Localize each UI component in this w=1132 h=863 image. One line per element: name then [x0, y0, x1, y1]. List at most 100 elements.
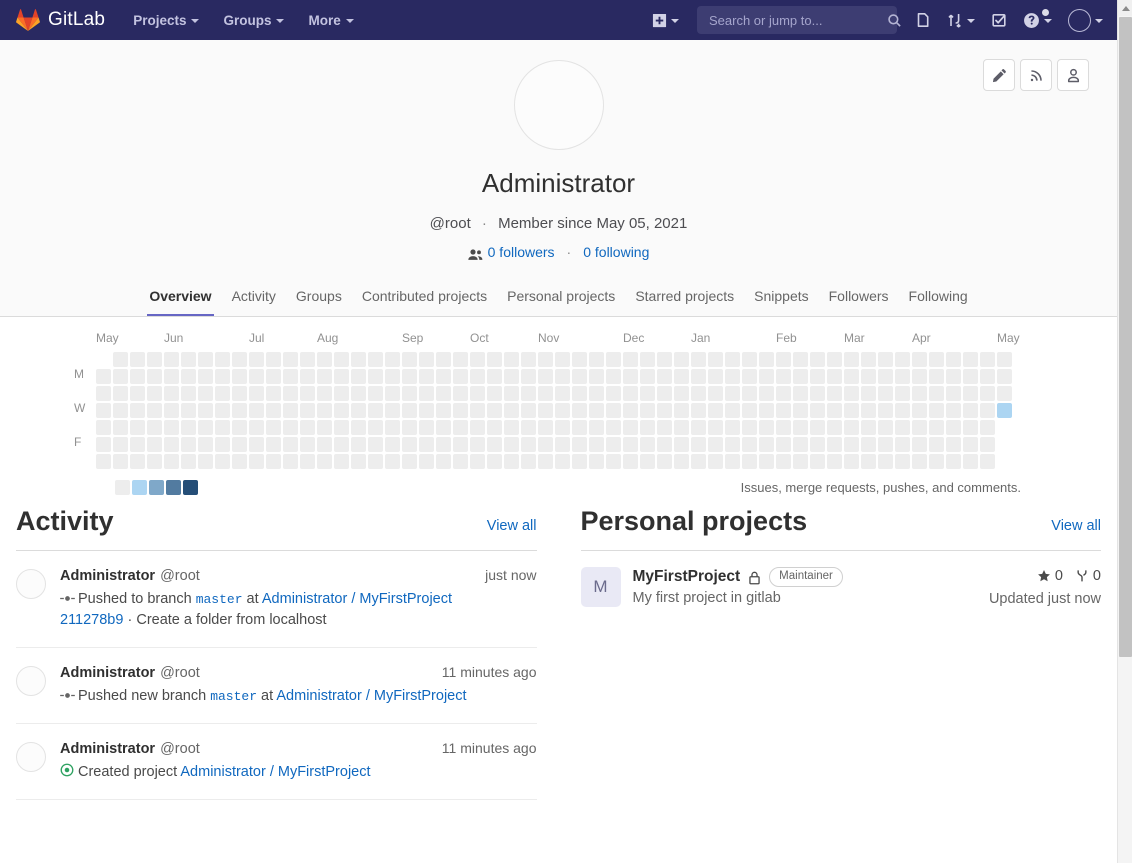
calendar-day-cell[interactable]	[215, 437, 230, 453]
calendar-day-cell[interactable]	[385, 437, 400, 453]
calendar-day-cell[interactable]	[164, 369, 179, 385]
calendar-day-cell[interactable]	[300, 352, 315, 368]
calendar-day-cell[interactable]	[912, 352, 927, 368]
calendar-day-cell[interactable]	[470, 369, 485, 385]
calendar-day-cell[interactable]	[521, 420, 536, 436]
calendar-day-cell[interactable]	[708, 437, 723, 453]
calendar-day-cell[interactable]	[538, 454, 553, 470]
calendar-day-cell[interactable]	[793, 454, 808, 470]
calendar-day-cell[interactable]	[504, 369, 519, 385]
calendar-day-cell[interactable]	[623, 420, 638, 436]
nav-groups[interactable]: Groups	[211, 0, 296, 40]
calendar-day-cell[interactable]	[436, 403, 451, 419]
calendar-day-cell[interactable]	[776, 420, 791, 436]
calendar-day-cell[interactable]	[385, 386, 400, 402]
calendar-day-cell[interactable]	[266, 437, 281, 453]
calendar-day-cell[interactable]	[198, 437, 213, 453]
event-project-link[interactable]: Administrator / MyFirstProject	[276, 688, 466, 704]
calendar-day-cell[interactable]	[419, 369, 434, 385]
calendar-day-cell[interactable]	[317, 437, 332, 453]
calendar-day-cell[interactable]	[521, 352, 536, 368]
calendar-day-cell[interactable]	[504, 420, 519, 436]
calendar-day-cell[interactable]	[504, 386, 519, 402]
calendar-day-cell[interactable]	[232, 437, 247, 453]
calendar-day-cell[interactable]	[164, 420, 179, 436]
calendar-day-cell[interactable]	[113, 369, 128, 385]
calendar-day-cell[interactable]	[266, 403, 281, 419]
event-author-handle[interactable]: @root	[160, 741, 200, 757]
calendar-day-cell[interactable]	[436, 386, 451, 402]
calendar-day-cell[interactable]	[96, 420, 111, 436]
calendar-day-cell[interactable]	[555, 369, 570, 385]
calendar-day-cell[interactable]	[538, 403, 553, 419]
calendar-day-cell[interactable]	[861, 352, 876, 368]
calendar-day-cell[interactable]	[895, 403, 910, 419]
calendar-day-cell[interactable]	[181, 437, 196, 453]
calendar-day-cell[interactable]	[351, 352, 366, 368]
tab-overview[interactable]: Overview	[139, 282, 221, 317]
calendar-day-cell[interactable]	[623, 437, 638, 453]
calendar-day-cell[interactable]	[147, 403, 162, 419]
calendar-day-cell[interactable]	[793, 352, 808, 368]
calendar-day-cell[interactable]	[368, 369, 383, 385]
calendar-day-cell[interactable]	[470, 352, 485, 368]
calendar-day-cell[interactable]	[997, 352, 1012, 368]
calendar-day-cell[interactable]	[589, 420, 604, 436]
calendar-day-cell[interactable]	[487, 403, 502, 419]
calendar-day-cell[interactable]	[334, 437, 349, 453]
calendar-day-cell[interactable]	[215, 420, 230, 436]
calendar-day-cell[interactable]	[810, 403, 825, 419]
calendar-day-cell[interactable]	[283, 369, 298, 385]
calendar-day-cell[interactable]	[759, 437, 774, 453]
calendar-day-cell[interactable]	[878, 437, 893, 453]
calendar-day-cell[interactable]	[861, 369, 876, 385]
calendar-day-cell[interactable]	[351, 420, 366, 436]
calendar-day-cell[interactable]	[521, 437, 536, 453]
calendar-day-cell[interactable]	[708, 454, 723, 470]
calendar-day-cell[interactable]	[742, 437, 757, 453]
nav-projects[interactable]: Projects	[121, 0, 211, 40]
calendar-day-cell[interactable]	[946, 369, 961, 385]
calendar-day-cell[interactable]	[351, 386, 366, 402]
calendar-day-cell[interactable]	[351, 369, 366, 385]
calendar-day-cell[interactable]	[113, 352, 128, 368]
calendar-day-cell[interactable]	[283, 437, 298, 453]
calendar-day-cell[interactable]	[266, 386, 281, 402]
calendar-day-cell[interactable]	[300, 437, 315, 453]
calendar-day-cell[interactable]	[300, 369, 315, 385]
calendar-day-cell[interactable]	[606, 369, 621, 385]
calendar-day-cell[interactable]	[691, 352, 706, 368]
calendar-day-cell[interactable]	[895, 454, 910, 470]
calendar-day-cell[interactable]	[538, 369, 553, 385]
calendar-day-cell[interactable]	[487, 386, 502, 402]
calendar-day-cell[interactable]	[317, 454, 332, 470]
edit-profile-button[interactable]	[983, 59, 1015, 91]
calendar-day-cell[interactable]	[538, 352, 553, 368]
event-author-avatar[interactable]	[16, 666, 46, 697]
calendar-day-cell[interactable]	[96, 437, 111, 453]
calendar-day-cell[interactable]	[232, 386, 247, 402]
calendar-day-cell[interactable]	[827, 420, 842, 436]
calendar-day-cell[interactable]	[674, 437, 689, 453]
calendar-day-cell[interactable]	[334, 369, 349, 385]
event-author-avatar[interactable]	[16, 741, 46, 772]
search-input[interactable]	[707, 11, 887, 29]
calendar-day-cell[interactable]	[674, 420, 689, 436]
calendar-day-cell[interactable]	[793, 420, 808, 436]
calendar-day-cell[interactable]	[317, 403, 332, 419]
calendar-day-cell[interactable]	[436, 369, 451, 385]
calendar-day-cell[interactable]	[521, 403, 536, 419]
tab-snippets[interactable]: Snippets	[744, 282, 818, 316]
event-project-link[interactable]: Administrator / MyFirstProject	[180, 764, 370, 780]
calendar-day-cell[interactable]	[334, 403, 349, 419]
calendar-day-cell[interactable]	[844, 420, 859, 436]
contribution-calendar[interactable]: May Jun Jul Aug Sep Oct Nov Dec Jan Feb Mar Apr May M…	[74, 331, 1117, 476]
calendar-day-cell[interactable]	[844, 386, 859, 402]
calendar-day-cell[interactable]	[215, 352, 230, 368]
calendar-day-cell[interactable]	[436, 454, 451, 470]
calendar-day-cell[interactable]	[980, 420, 995, 436]
calendar-day-cell[interactable]	[96, 403, 111, 419]
calendar-day-cell[interactable]	[232, 352, 247, 368]
calendar-day-cell[interactable]	[130, 403, 145, 419]
calendar-day-cell[interactable]	[436, 352, 451, 368]
